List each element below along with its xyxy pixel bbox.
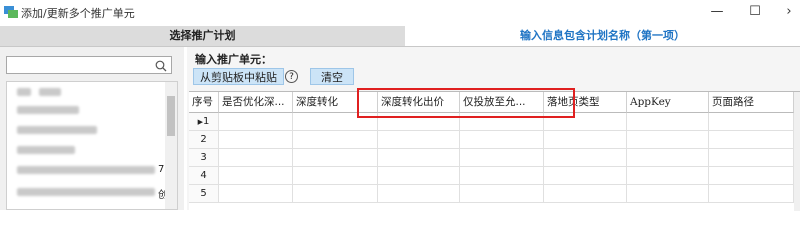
tab-select-plan[interactable]: 选择推广计划 bbox=[0, 26, 405, 46]
tab-bar: 选择推广计划 输入信息包含计划名称（第一项） bbox=[0, 26, 800, 47]
column-header[interactable]: 是否优化深... bbox=[219, 92, 293, 113]
list-item-text: 7 bbox=[158, 164, 165, 175]
paste-from-clipboard-button[interactable]: 从剪贴板中粘贴 bbox=[193, 68, 284, 85]
row-number: 4 bbox=[189, 167, 219, 185]
column-header[interactable]: 页面路径 bbox=[709, 92, 794, 113]
table-row[interactable]: 5 bbox=[189, 185, 800, 203]
column-header[interactable]: AppKey bbox=[627, 92, 709, 113]
search-icon[interactable] bbox=[155, 60, 167, 72]
window-title: 添加/更新多个推广单元 bbox=[21, 7, 135, 20]
app-icon bbox=[4, 6, 18, 18]
plan-list[interactable]: 7 创 bbox=[6, 81, 178, 210]
maximize-button[interactable]: ☐ bbox=[742, 2, 768, 22]
minimize-button[interactable]: — bbox=[704, 2, 730, 22]
table-row[interactable]: 4 bbox=[189, 167, 800, 185]
list-scrollbar-thumb[interactable] bbox=[167, 96, 175, 136]
row-number: ▶1 bbox=[189, 113, 219, 131]
table-row[interactable]: 2 bbox=[189, 131, 800, 149]
highlight-box bbox=[357, 88, 575, 118]
tab-input-info[interactable]: 输入信息包含计划名称（第一项） bbox=[405, 26, 800, 46]
title-bar: 添加/更新多个推广单元 — ☐ › bbox=[0, 0, 800, 24]
list-scrollbar[interactable] bbox=[165, 82, 177, 209]
search-input[interactable] bbox=[6, 56, 172, 74]
plan-list-panel: 7 创 bbox=[0, 47, 184, 210]
row-number: 2 bbox=[189, 131, 219, 149]
clear-button[interactable]: 清空 bbox=[310, 68, 354, 85]
help-icon[interactable]: ? bbox=[285, 70, 298, 83]
table-row[interactable]: 3 bbox=[189, 149, 800, 167]
unit-input-panel: 输入推广单元： 从剪贴板中粘贴 ? 清空 序号 是否优化深... 深度转化 深度… bbox=[187, 47, 800, 211]
more-button[interactable]: › bbox=[776, 2, 800, 22]
row-number: 5 bbox=[189, 185, 219, 203]
section-label: 输入推广单元： bbox=[195, 53, 272, 66]
column-header[interactable]: 序号 bbox=[189, 92, 219, 113]
row-number: 3 bbox=[189, 149, 219, 167]
grid-scrollbar[interactable] bbox=[794, 92, 800, 211]
